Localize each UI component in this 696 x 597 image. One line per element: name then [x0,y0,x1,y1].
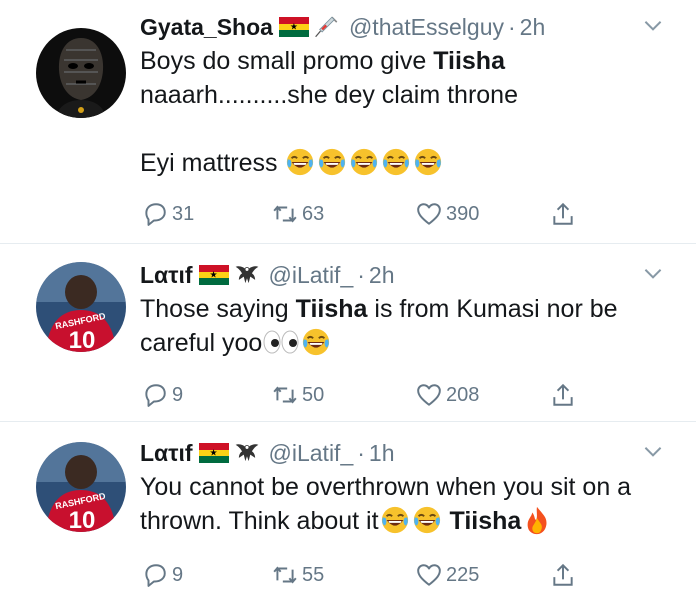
tweet[interactable]: RASHFORD 10 Lατιf ★ @iLatif_ · 1h You ca… [0,421,696,597]
reply-icon [142,562,168,588]
face-with-tears-of-joy-emoji [380,505,410,535]
eagle-icon [233,262,261,288]
tweet-text: You cannot be overthrown when you sit on… [140,473,632,535]
heart-icon [416,201,442,227]
tweet-text-line: Eyi mattress [140,146,666,180]
reply-button[interactable]: 31 [142,201,194,227]
retweet-button[interactable]: 50 [272,382,324,408]
reply-icon [142,382,168,408]
bold-mention: Tiisha [295,295,368,323]
retweet-icon [272,562,298,588]
display-name[interactable]: Lατιf [140,440,193,467]
avatar[interactable]: RASHFORD 10 [36,262,126,352]
tweet-header: Lατιf ★ @iLatif_ · 2h [140,258,666,292]
display-name[interactable]: Lατιf [140,262,193,289]
tweet-body: Gyata_Shoa ★ @thatEsselguy · 2h Boys do … [140,10,666,180]
chevron-down-icon[interactable] [640,12,666,38]
tweet-text: Boys do small promo give Tiisha naaarh..… [140,47,518,109]
timestamp[interactable]: 2h [520,14,546,41]
tweet-body: Lατιf ★ @iLatif_ · 2h Those saying Tiish… [140,258,666,360]
reply-icon [142,201,168,227]
separator-dot: · [508,13,516,40]
share-button[interactable] [550,382,580,408]
face-with-tears-of-joy-emoji [413,147,443,177]
tweet[interactable]: RASHFORD 10 Lατιf ★ @iLatif_ · 2h Those … [0,243,696,421]
svg-text:10: 10 [69,327,96,352]
fire-emoji [522,505,552,535]
face-with-tears-of-joy-emoji [285,147,315,177]
tweet-header: Gyata_Shoa ★ @thatEsselguy · 2h [140,10,666,44]
handle[interactable]: @thatEsselguy [349,14,504,41]
ghana-flag-icon: ★ [198,443,229,463]
ghana-flag-icon: ★ [278,17,309,37]
svg-text:10: 10 [69,507,96,532]
tweet-actions: 9 55 225 [140,560,600,590]
ghana-flag-icon: ★ [198,265,229,285]
chevron-down-icon[interactable] [640,260,666,286]
tweet-actions: 31 63 390 [140,199,600,229]
handle[interactable]: @iLatif_ [269,262,354,289]
face-with-tears-of-joy-emoji [381,147,411,177]
reply-button[interactable]: 9 [142,562,183,588]
timestamp[interactable]: 2h [369,262,395,289]
heart-icon [416,382,442,408]
like-button[interactable]: 390 [416,201,479,227]
like-button[interactable]: 208 [416,382,479,408]
share-icon [550,201,576,227]
display-name[interactable]: Gyata_Shoa [140,14,273,41]
separator-dot: · [357,439,365,466]
tweet[interactable]: Gyata_Shoa ★ @thatEsselguy · 2h Boys do … [0,0,696,243]
syringe-icon [313,14,341,40]
like-button[interactable]: 225 [416,562,479,588]
face-with-tears-of-joy-emoji [301,327,331,357]
avatar[interactable]: RASHFORD 10 [36,442,126,532]
retweet-button[interactable]: 63 [272,201,324,227]
handle[interactable]: @iLatif_ [269,440,354,467]
retweet-icon [272,201,298,227]
share-icon [550,382,576,408]
share-button[interactable] [550,201,580,227]
face-with-tears-of-joy-emoji [412,505,442,535]
separator-dot: · [357,261,365,288]
tweet-feed: Gyata_Shoa ★ @thatEsselguy · 2h Boys do … [0,0,696,597]
tweet-text: Those saying Tiisha is from Kumasi nor b… [140,295,618,357]
share-button[interactable] [550,562,580,588]
reply-button[interactable]: 9 [142,382,183,408]
retweet-button[interactable]: 55 [272,562,324,588]
eyes-emoji [263,330,299,354]
face-with-tears-of-joy-emoji [317,147,347,177]
tweet-header: Lατιf ★ @iLatif_ · 1h [140,436,666,470]
share-icon [550,562,576,588]
retweet-icon [272,382,298,408]
tweet-actions: 9 50 208 [140,380,600,410]
face-with-tears-of-joy-emoji [349,147,379,177]
timestamp[interactable]: 1h [369,440,395,467]
bold-mention: Tiisha [433,47,505,75]
eagle-icon [233,440,261,466]
tweet-body: Lατιf ★ @iLatif_ · 1h You cannot be over… [140,436,666,538]
chevron-down-icon[interactable] [640,438,666,464]
avatar[interactable] [36,28,126,118]
heart-icon [416,562,442,588]
bold-mention: Tiisha [449,507,522,535]
